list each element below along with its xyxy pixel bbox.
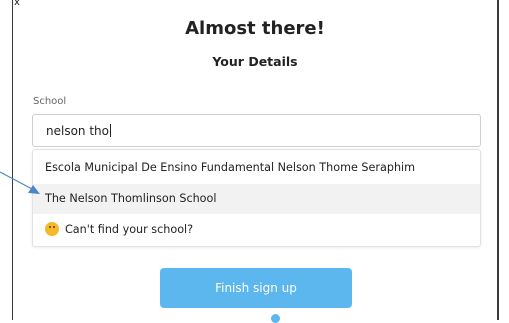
suggestion-item-highlighted[interactable]: The Nelson Thomlinson School: [33, 184, 480, 214]
school-input[interactable]: nelson tho: [32, 114, 481, 147]
suggestion-label: Can't find your school?: [65, 223, 194, 236]
school-label: School: [33, 96, 67, 107]
text-caret: [110, 124, 111, 137]
suggestion-label: Escola Municipal De Ensino Fundamental N…: [45, 161, 416, 174]
suggestion-item[interactable]: Escola Municipal De Ensino Fundamental N…: [33, 153, 480, 183]
page-title: Almost there!: [185, 18, 325, 39]
suggestion-label: The Nelson Thomlinson School: [45, 192, 217, 205]
school-suggestions-dropdown: Escola Municipal De Ensino Fundamental N…: [32, 149, 481, 247]
cant-find-school-option[interactable]: Can't find your school?: [33, 215, 480, 245]
close-icon[interactable]: x: [14, 0, 20, 9]
finish-signup-button[interactable]: Finish sign up: [160, 268, 352, 308]
thinking-face-icon: [45, 222, 59, 236]
signup-modal: x Almost there! Your Details School nels…: [12, 0, 499, 323]
section-subtitle: Your Details: [212, 54, 298, 69]
help-icon[interactable]: [271, 314, 280, 323]
school-input-value: nelson tho: [46, 124, 111, 138]
